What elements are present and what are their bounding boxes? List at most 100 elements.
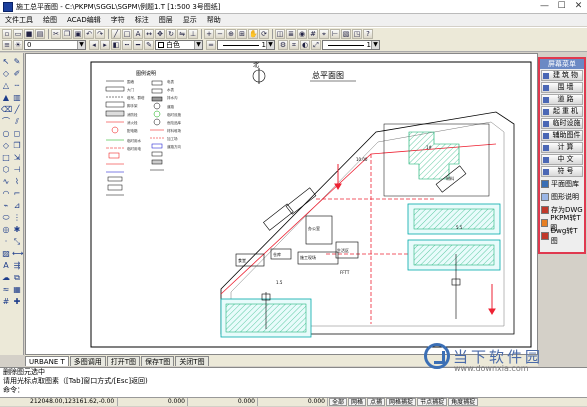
toggle-grid[interactable]: 网格 bbox=[348, 398, 367, 406]
linetype-select[interactable]: 1 ▼ bbox=[217, 40, 275, 50]
screen-menu-item-crane[interactable]: 起重机 bbox=[541, 106, 583, 117]
screen-menu-item-building[interactable]: 建筑物 bbox=[541, 70, 583, 81]
hatch-icon[interactable]: ▧ bbox=[341, 28, 351, 39]
tab-save[interactable]: 保存T图 bbox=[141, 356, 175, 366]
eraser-icon[interactable]: ⌫ bbox=[1, 105, 12, 115]
fillet-icon[interactable]: ⌐ bbox=[12, 189, 22, 199]
paste-icon[interactable]: ▣ bbox=[73, 28, 83, 39]
measure-icon[interactable]: ◫ bbox=[275, 28, 285, 39]
tool-plan-library[interactable]: 平面图库 bbox=[541, 178, 583, 190]
toggle-node-snap[interactable]: 节点捕捉 bbox=[417, 398, 448, 406]
tab-open[interactable]: 打开T图 bbox=[106, 356, 141, 366]
redo-icon[interactable]: ↷ bbox=[95, 28, 105, 39]
snap-icon[interactable]: ⌖ bbox=[319, 28, 329, 39]
color-select[interactable]: 白色 ▼ bbox=[155, 40, 203, 50]
close-button[interactable]: ✕ bbox=[570, 0, 587, 13]
text-tool-icon[interactable]: A bbox=[1, 261, 11, 271]
layer-prev-icon[interactable]: ◂ bbox=[89, 40, 99, 50]
screen-menu-item-calc[interactable]: 计算 bbox=[541, 142, 583, 153]
group-icon[interactable]: ⧉ bbox=[12, 273, 22, 283]
trim-icon[interactable]: ⊥ bbox=[188, 28, 198, 39]
circle-icon[interactable]: ○ bbox=[1, 129, 11, 139]
array-icon[interactable]: ⋮ bbox=[12, 213, 22, 223]
rectangle-icon[interactable]: □ bbox=[1, 153, 11, 163]
copy-icon[interactable]: ❐ bbox=[12, 141, 22, 151]
diamond-icon[interactable]: ◇ bbox=[1, 141, 11, 151]
align-icon[interactable]: ⇶ bbox=[12, 261, 22, 271]
drawing-canvas[interactable]: 北 总平面图 图例说明 围墙 大门 塔吊、群塔 脚手架 消防栓 消火栓 配电箱 … bbox=[25, 53, 538, 355]
polyline-icon[interactable]: ◇ bbox=[1, 69, 11, 79]
snap-toggle-icon[interactable]: ⌗ bbox=[289, 40, 299, 50]
menu-help[interactable]: 帮助 bbox=[202, 14, 226, 26]
help-icon[interactable]: ? bbox=[363, 28, 373, 39]
pencil-icon[interactable]: ✎ bbox=[12, 57, 22, 67]
undo-icon[interactable]: ↶ bbox=[84, 28, 94, 39]
cut-icon[interactable]: ✂ bbox=[51, 28, 61, 39]
screen-menu-item-chinese[interactable]: 中文 bbox=[541, 154, 583, 165]
command-prompt[interactable]: 命令： bbox=[3, 386, 587, 395]
menu-draw[interactable]: 绘图 bbox=[38, 14, 62, 26]
layer-manager-icon[interactable]: ≡ bbox=[2, 40, 12, 50]
block-icon[interactable]: ◳ bbox=[352, 28, 362, 39]
offset-icon[interactable]: ⫽ bbox=[12, 117, 22, 127]
grid-icon[interactable]: # bbox=[308, 28, 318, 39]
tool-dwg-to-t[interactable]: Dwg转T图 bbox=[541, 227, 583, 245]
arc-icon[interactable]: ⌒ bbox=[1, 117, 11, 127]
dash-line-icon[interactable]: ╌ bbox=[12, 81, 22, 91]
wall-icon[interactable]: ▥ bbox=[12, 93, 22, 103]
zoom-window-icon[interactable]: ⊕ bbox=[226, 28, 236, 39]
screen-menu-item-symbol[interactable]: 符号 bbox=[541, 166, 583, 177]
ortho-icon[interactable]: ⊢ bbox=[330, 28, 340, 39]
tool-graphic-notes[interactable]: 图形说明 bbox=[541, 191, 583, 203]
donut-icon[interactable]: ◎ bbox=[1, 225, 11, 235]
explode-icon[interactable]: ✱ bbox=[12, 225, 22, 235]
scale-icon[interactable]: ⤢ bbox=[311, 40, 321, 50]
screen-menu-item-road[interactable]: 道路 bbox=[541, 94, 583, 105]
toggle-grid-snap[interactable]: 网格捕捉 bbox=[386, 398, 417, 406]
screen-menu-item-temp-facility[interactable]: 临时设施 bbox=[541, 118, 583, 129]
menu-dimension[interactable]: 标注 bbox=[130, 14, 154, 26]
line-style-icon[interactable]: ═ bbox=[206, 40, 216, 50]
block-tool-icon[interactable]: ▦ bbox=[12, 285, 22, 295]
menu-layer[interactable]: 图层 bbox=[154, 14, 178, 26]
redraw-icon[interactable]: ⟳ bbox=[259, 28, 269, 39]
toggle-all[interactable]: 全部 bbox=[329, 398, 348, 406]
open-file-icon[interactable]: ▭ bbox=[13, 28, 23, 39]
line-icon[interactable]: ╱ bbox=[111, 28, 121, 39]
layer-select[interactable]: 0 ▼ bbox=[24, 40, 86, 50]
triangle-icon[interactable]: △ bbox=[1, 81, 11, 91]
print-icon[interactable]: ▤ bbox=[35, 28, 45, 39]
chamfer-icon[interactable]: ⊿ bbox=[12, 201, 22, 211]
color-picker-icon[interactable]: ◧ bbox=[111, 40, 121, 50]
settings-icon[interactable]: ⚙ bbox=[278, 40, 288, 50]
lineweight-select[interactable]: 1 ▼ bbox=[322, 40, 380, 50]
text-icon[interactable]: A bbox=[133, 28, 143, 39]
screen-menu-item-aux[interactable]: 辅助图件 bbox=[541, 130, 583, 141]
tab-close[interactable]: 关闭T图 bbox=[175, 356, 209, 366]
arc-tool-icon[interactable]: ◠ bbox=[1, 189, 11, 199]
dimension-icon[interactable]: ↔ bbox=[144, 28, 154, 39]
hatch-tool-icon[interactable]: ▨ bbox=[1, 249, 11, 259]
ellipse-icon[interactable]: ⬭ bbox=[1, 213, 11, 223]
rect-icon[interactable]: □ bbox=[122, 28, 132, 39]
lineweight-icon[interactable]: ━ bbox=[133, 40, 143, 50]
toggle-point-snap[interactable]: 点捕 bbox=[367, 398, 386, 406]
menu-view[interactable]: 显示 bbox=[178, 14, 202, 26]
save-icon[interactable]: ■ bbox=[24, 28, 34, 39]
line-icon[interactable]: ╱ bbox=[12, 105, 22, 115]
pan-icon[interactable]: ✋ bbox=[248, 28, 258, 39]
maximize-button[interactable]: ☐ bbox=[553, 0, 570, 13]
grid-tool-icon[interactable]: # bbox=[1, 297, 11, 307]
break-icon[interactable]: ⌇ bbox=[12, 177, 22, 187]
zoom-out-icon[interactable]: − bbox=[215, 28, 225, 39]
zoom-in-icon[interactable]: + bbox=[204, 28, 214, 39]
layer-next-icon[interactable]: ▸ bbox=[100, 40, 110, 50]
menu-text[interactable]: 字符 bbox=[106, 14, 130, 26]
select-icon[interactable]: ↖ bbox=[1, 57, 11, 67]
tab-multi-call[interactable]: 多图调用 bbox=[69, 356, 106, 366]
toggle-angle-snap[interactable]: 角度捕捉 bbox=[448, 398, 479, 406]
tab-urbane[interactable]: URBANE T bbox=[25, 356, 69, 366]
menu-file-tools[interactable]: 文件工具 bbox=[0, 14, 38, 26]
screen-menu-item-wall[interactable]: 围墙 bbox=[541, 82, 583, 93]
menu-acad-edit[interactable]: ACAD编辑 bbox=[62, 14, 106, 26]
